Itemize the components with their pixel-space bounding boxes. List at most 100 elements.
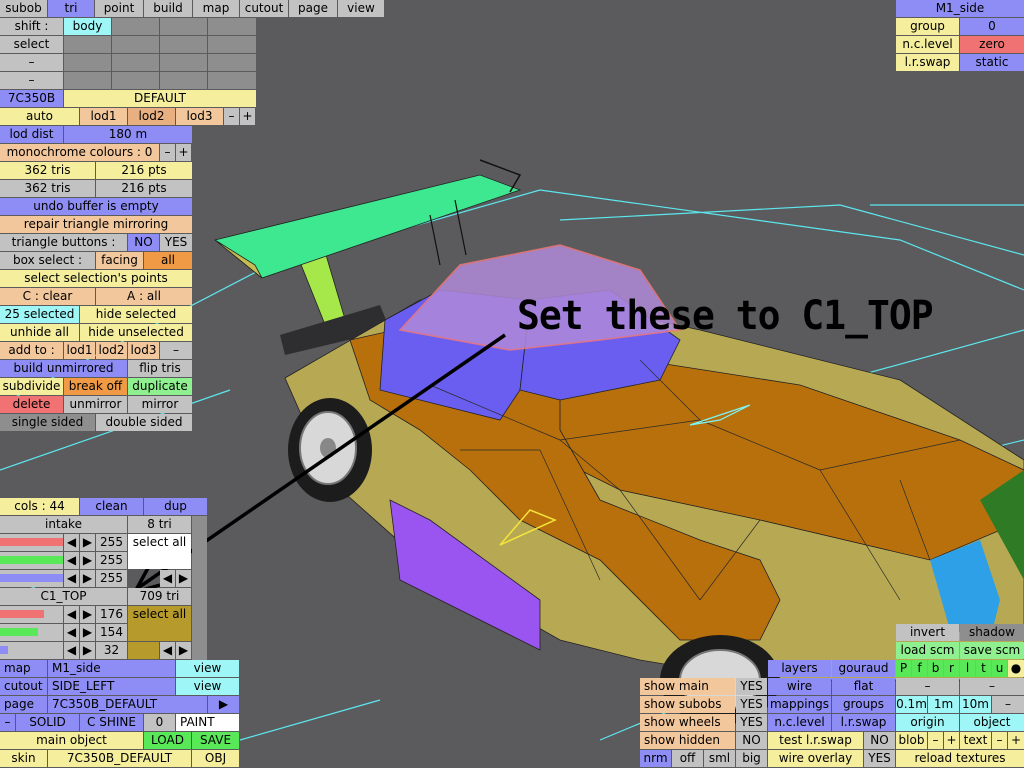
grid-1m[interactable]: 1m (928, 696, 959, 713)
wire-overlay-yes[interactable]: YES (864, 750, 895, 767)
blank-button[interactable] (112, 36, 159, 53)
view-u[interactable]: u (992, 660, 1007, 677)
menu-point[interactable]: point (95, 0, 143, 17)
duplicate-button[interactable]: duplicate (128, 378, 192, 395)
flat-button[interactable]: flat (832, 678, 895, 695)
swatch-right[interactable]: ▶ (176, 570, 191, 587)
lod3-button[interactable]: lod3 (176, 108, 223, 125)
blob-minus[interactable]: – (928, 732, 943, 749)
blank-button[interactable] (64, 54, 111, 71)
blank-button[interactable] (208, 54, 256, 71)
mono-minus[interactable]: – (160, 144, 175, 161)
lr-swap-static[interactable]: static (960, 54, 1024, 71)
wire-button[interactable]: wire (768, 678, 831, 695)
red-inc[interactable]: ▶ (80, 606, 95, 623)
blank-button[interactable] (64, 36, 111, 53)
lod-dist-value[interactable]: 180 m (64, 126, 192, 143)
blank-button[interactable] (112, 54, 159, 71)
cols-scrollbar[interactable] (192, 516, 207, 660)
menu-map[interactable]: map (193, 0, 239, 17)
shine-value[interactable]: 0 (144, 714, 175, 731)
cutout-view-button[interactable]: view (176, 678, 239, 695)
blank-button[interactable] (112, 18, 159, 35)
menu-view[interactable]: view (338, 0, 384, 17)
dash-button[interactable]: – (0, 714, 15, 731)
load-scm-button[interactable]: load scm (896, 642, 959, 659)
blank-button[interactable] (160, 54, 207, 71)
clean-button[interactable]: clean (80, 498, 143, 515)
cutout-value[interactable]: SIDE_LEFT (48, 678, 175, 695)
show-hidden-no[interactable]: NO (736, 732, 767, 749)
wire-overlay-button[interactable]: wire overlay (768, 750, 863, 767)
text-minus[interactable]: – (992, 732, 1007, 749)
all-button[interactable]: A : all (96, 288, 192, 305)
dash-button[interactable]: – (0, 54, 63, 71)
blank-button[interactable] (208, 72, 256, 89)
colour-swatch-select-all[interactable]: select all (128, 606, 191, 641)
select-selection-points[interactable]: select selection's points (0, 270, 192, 287)
show-main-yes[interactable]: YES (736, 678, 767, 695)
default-button[interactable]: DEFAULT (64, 90, 256, 107)
colour-swatch[interactable] (128, 642, 159, 659)
grid-dash[interactable]: – (992, 696, 1024, 713)
view-l[interactable]: l (960, 660, 975, 677)
shadow-button[interactable]: shadow (960, 624, 1024, 641)
skin-value[interactable]: 7C350B_DEFAULT (48, 750, 191, 767)
red-dec[interactable]: ◀ (64, 606, 79, 623)
menu-subob[interactable]: subob (0, 0, 47, 17)
origin-button[interactable]: origin (896, 714, 959, 731)
subobject-name[interactable]: M1_side (896, 0, 1024, 17)
lod-auto[interactable]: auto (0, 108, 79, 125)
add-lod2[interactable]: lod2 (96, 342, 127, 359)
tri-buttons-yes[interactable]: YES (160, 234, 192, 251)
repair-mirroring-button[interactable]: repair triangle mirroring (0, 216, 192, 233)
dash-button[interactable]: – (960, 678, 1024, 695)
nc-level-button[interactable]: n.c.level (768, 714, 831, 731)
view-f[interactable]: f (912, 660, 927, 677)
show-subobs-button[interactable]: show subobs (640, 696, 735, 713)
blue-inc[interactable]: ▶ (80, 570, 95, 587)
menu-page[interactable]: page (289, 0, 337, 17)
dash-button[interactable]: – (896, 678, 959, 695)
menu-cutout[interactable]: cutout (240, 0, 288, 17)
colour-name-c1top[interactable]: C1_TOP (0, 588, 127, 605)
nc-level-zero[interactable]: zero (960, 36, 1024, 53)
green-dec[interactable]: ◀ (64, 552, 79, 569)
load-button[interactable]: LOAD (144, 732, 191, 749)
show-main-button[interactable]: show main (640, 678, 735, 695)
lod-minus[interactable]: – (224, 108, 239, 125)
green-inc[interactable]: ▶ (80, 552, 95, 569)
play-icon[interactable]: ▶ (208, 696, 239, 713)
blue-dec[interactable]: ◀ (64, 570, 79, 587)
hide-unselected-button[interactable]: hide unselected (80, 324, 192, 341)
lod-plus[interactable]: + (240, 108, 255, 125)
blank-button[interactable] (160, 18, 207, 35)
grid-10m[interactable]: 10m (960, 696, 991, 713)
lr-swap-button[interactable]: l.r.swap (832, 714, 895, 731)
lod1-button[interactable]: lod1 (80, 108, 127, 125)
blank-button[interactable] (160, 36, 207, 53)
text-plus[interactable]: + (1008, 732, 1024, 749)
view-t[interactable]: t (976, 660, 991, 677)
object-button[interactable]: object (960, 714, 1024, 731)
view-b[interactable]: b (928, 660, 943, 677)
test-lr-swap-no[interactable]: NO (864, 732, 895, 749)
add-lod1[interactable]: lod1 (64, 342, 95, 359)
dot-icon[interactable]: ● (1008, 660, 1024, 677)
red-inc[interactable]: ▶ (80, 534, 95, 551)
blank-button[interactable] (64, 72, 111, 89)
show-wheels-yes[interactable]: YES (736, 714, 767, 731)
swatch-right[interactable]: ▶ (176, 642, 191, 659)
view-p[interactable]: P (896, 660, 911, 677)
monochrome-colours[interactable]: monochrome colours : 0 (0, 144, 159, 161)
single-sided-button[interactable]: single sided (0, 414, 95, 431)
blue-slider[interactable] (0, 642, 63, 659)
object-code[interactable]: 7C350B (0, 90, 63, 107)
blob-plus[interactable]: + (944, 732, 959, 749)
swatch-left[interactable]: ◀ (160, 570, 175, 587)
box-select-all[interactable]: all (144, 252, 192, 269)
green-dec[interactable]: ◀ (64, 624, 79, 641)
break-off-button[interactable]: break off (64, 378, 127, 395)
mirror-button[interactable]: mirror (128, 396, 192, 413)
hide-selected-button[interactable]: hide selected (80, 306, 192, 323)
